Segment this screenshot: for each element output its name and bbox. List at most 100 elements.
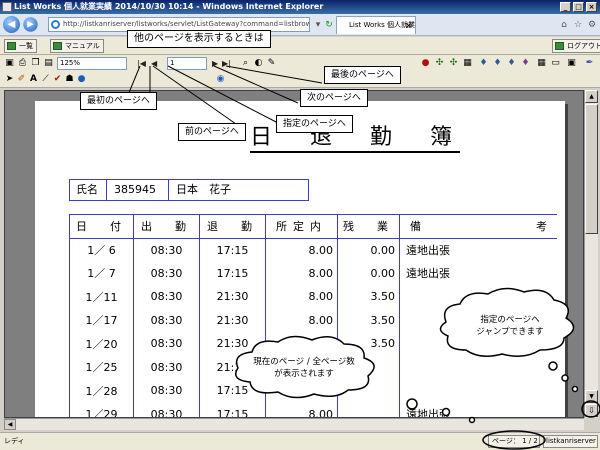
cell-note [399,355,557,379]
scroll-left-icon[interactable]: ◀ [4,419,16,430]
export2-icon[interactable]: ♦ [492,58,503,69]
table-row: 1／11 08:30 21:30 8.00 3.50 [69,285,557,309]
browser-tab[interactable]: List Works 個人就業実績 2... × [336,16,416,34]
refresh-icon[interactable]: ↻ [322,18,336,32]
pen-icon[interactable]: ✒ [584,58,595,69]
highlight-icon[interactable]: ◐ [253,58,264,69]
export3-icon[interactable]: ♦ [506,58,517,69]
minimize-button[interactable]: _ [560,2,571,12]
pin-icon[interactable]: ▣ [566,58,577,69]
list-icon [7,42,16,50]
user-tool-icon[interactable]: ☗ [64,74,75,85]
cell-ot: 3.50 [337,285,400,309]
callout-last-page: 最後のページへ [324,66,401,84]
cell-in: 08:30 [133,308,200,332]
table-row: 1／ 7 08:30 17:15 8.00 0.00 遠地出張 [69,261,557,285]
scroll-thumb[interactable] [585,104,598,234]
cloud-jump-text: 指定のページへ ジャンプできます [476,315,544,337]
cell-ot: 0.00 [337,261,400,285]
home-icon[interactable]: ⌂ [557,18,571,32]
last-page-button[interactable]: ▶| [222,57,231,70]
cell-date: 1／17 [69,308,134,332]
export4-icon[interactable]: ♦ [520,58,531,69]
maximize-button[interactable]: □ [573,2,584,12]
col-clock-in: 出 勤 [133,214,200,239]
globe-icon[interactable]: ● [76,74,87,85]
cell-out: 21:30 [199,332,266,356]
binder-icon[interactable]: ✣ [434,58,445,69]
server-name: listkanriserver [543,435,598,448]
page-number-input[interactable]: 1 [167,57,207,70]
cell-ot [337,402,400,417]
prev-page-button[interactable]: ◀ [151,57,157,70]
horizontal-scrollbar[interactable]: ◀ [4,418,584,430]
annotation-toolbar: ➤ ✐ A ⟋ ✔ ☗ ● ◉ [0,72,600,88]
mark-icon[interactable]: ● [420,58,431,69]
stamp-icon[interactable]: ✎ [266,58,277,69]
list-button[interactable]: 一覧 [4,39,37,53]
find-icon[interactable]: ⌕ [240,58,251,69]
cell-reg: 8.00 [265,402,338,417]
page-indicator: ページ： 1 / 2 [488,435,540,448]
callout-specified-page: 指定のページへ [276,115,353,133]
cell-reg: 8.00 [265,261,338,285]
text-tool-icon[interactable]: A [28,74,39,85]
cell-note: 遠地出張 [399,261,557,285]
table-row: 1／28 08:30 17:15 [69,379,557,403]
viewer-toolbar: ▣ ⎙ ❐ ▤ 125% |◀ ◀ 1 ▶ ▶| ⌕ ◐ ✎ ● ✣ ✣ ▦ ♦… [0,55,600,72]
cell-reg [265,379,338,403]
cell-reg: 8.00 [265,238,338,262]
col-clock-out: 退 勤 [199,214,266,239]
table-header-row: 日 付 出 勤 退 勤 所定内 残 業 備 考 [69,214,557,239]
cell-out: 17:15 [199,402,266,417]
print-icon[interactable]: ⎙ [17,58,28,69]
back-icon[interactable]: ◀ [3,16,20,33]
cell-ot: 3.50 [337,308,400,332]
next-page-button[interactable]: ▶ [212,57,218,70]
zoom-select[interactable]: 125% [57,57,127,70]
grid-icon[interactable]: ▦ [536,58,547,69]
cell-out: 17:15 [199,379,266,403]
manual-button[interactable]: マニュアル [50,39,104,53]
marker-icon[interactable]: ✐ [16,74,27,85]
app-menu-row: 一覧 マニュアル ログアウト [0,37,600,55]
tab-close-icon[interactable]: × [405,17,412,34]
binder2-icon[interactable]: ✣ [448,58,459,69]
employee-name: 日本 花子 [176,183,231,196]
forward-icon[interactable]: ▶ [23,17,38,32]
link-icon[interactable]: ◉ [215,74,226,85]
tools-gear-icon[interactable]: ⚙ [585,18,599,32]
copy-icon[interactable]: ❐ [30,58,41,69]
vertical-scrollbar[interactable]: ▲ ▼ ⇩ [584,90,598,418]
cell-date: 1／29 [69,402,134,417]
export-icon[interactable]: ♦ [478,58,489,69]
favorites-icon[interactable]: ☆ [571,18,585,32]
cell-note: 遠地出張 [399,402,557,417]
table-row: 1／29 08:30 17:15 8.00 遠地出張 [69,402,557,417]
cell-date: 1／ 6 [69,238,134,262]
employee-name-box: 氏名 385945 日本 花子 [69,179,309,201]
paste-icon[interactable]: ▤ [43,58,54,69]
cell-out: 17:15 [199,261,266,285]
pointer-icon[interactable]: ➤ [4,74,15,85]
scroll-down-icon[interactable]: ▼ [585,390,598,403]
cell-note: 遠地出張 [399,238,557,262]
line-tool-icon[interactable]: ⟋ [40,74,51,85]
check-tool-icon[interactable]: ✔ [52,74,63,85]
table-row: 1／ 6 08:30 17:15 8.00 0.00 遠地出張 [69,238,557,262]
cell-ot: 0.00 [337,238,400,262]
page-jump-button[interactable]: ⇩ [585,404,598,417]
cell-date: 1／11 [69,285,134,309]
cell-in: 08:30 [133,379,200,403]
close-window-button[interactable]: × [586,2,597,12]
first-page-button[interactable]: |◀ [137,57,146,70]
logout-button[interactable]: ログアウト [552,39,600,53]
window-title-bar: List Works 個人就業実績 2014/10/30 10:14 - Win… [0,0,600,14]
scroll-up-icon[interactable]: ▲ [585,90,598,103]
save-icon[interactable]: ▣ [4,58,15,69]
window-icon[interactable]: ▭ [550,58,561,69]
cell-in: 08:30 [133,402,200,417]
cell-reg: 8.00 [265,285,338,309]
view-icon[interactable]: ▦ [462,58,473,69]
logout-icon [555,42,564,50]
